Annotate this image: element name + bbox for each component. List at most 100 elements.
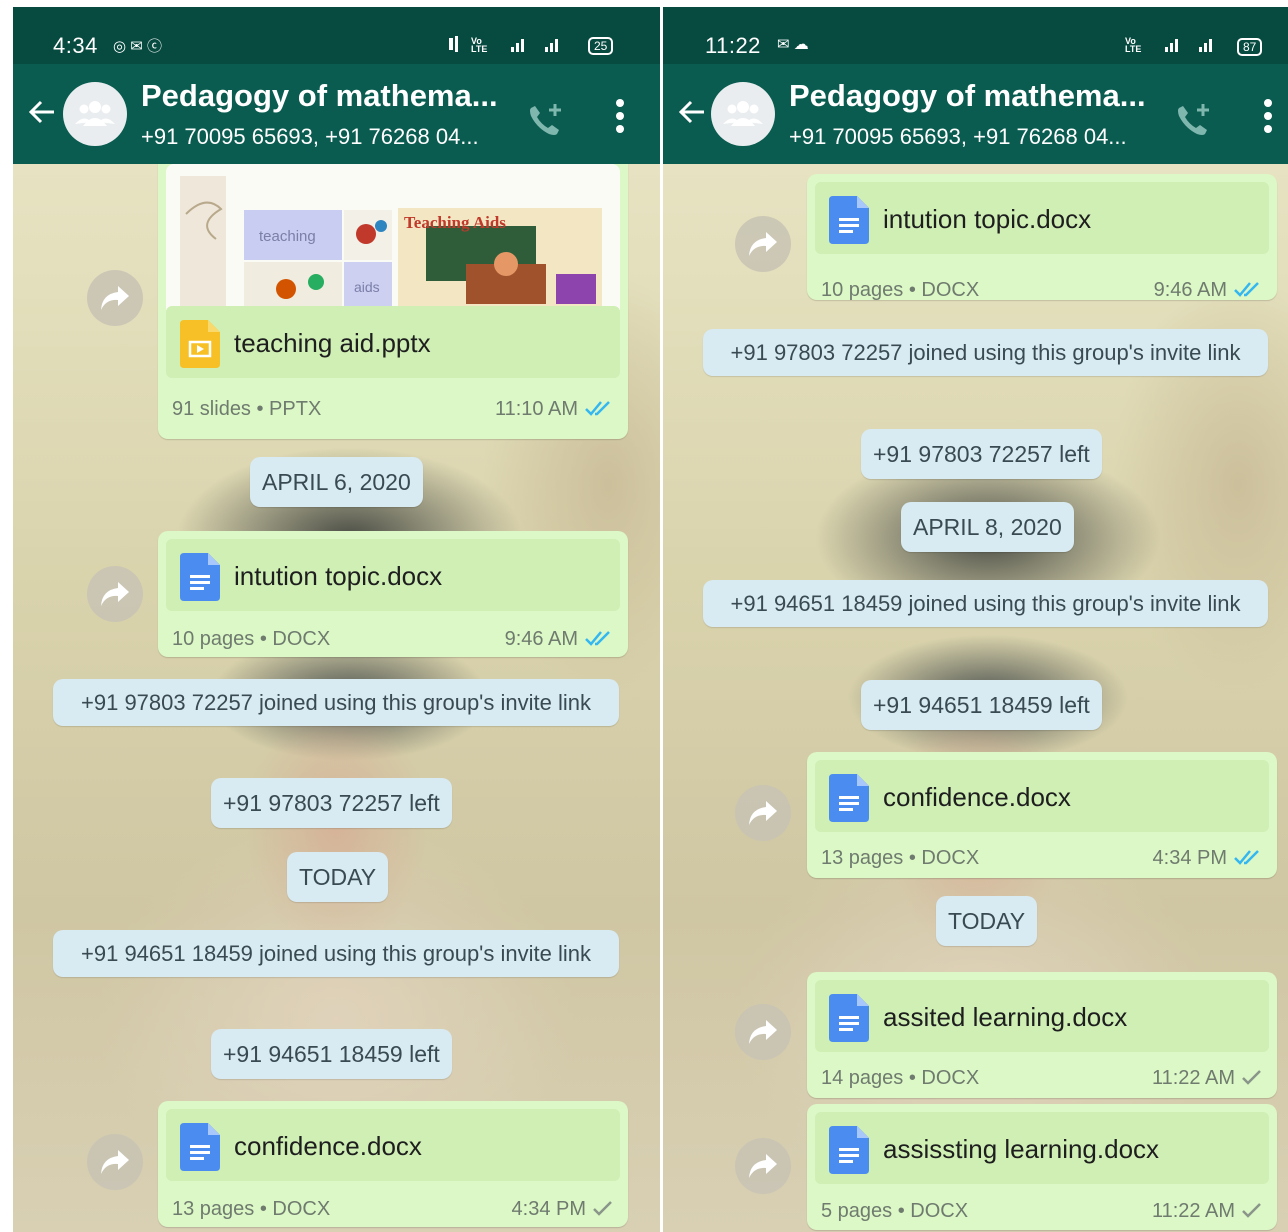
system-message: +91 94651 18459 joined using this group'…: [53, 930, 619, 977]
system-message: +91 94651 18459 left: [211, 1029, 452, 1079]
forward-button[interactable]: [87, 270, 143, 326]
file-name: intution topic.docx: [234, 561, 443, 591]
status-time: 11:22: [705, 33, 761, 58]
network-signal-icon: Vo LTE: [449, 36, 558, 54]
arrow-left-icon[interactable]: [677, 97, 707, 127]
arrow-left-icon[interactable]: [27, 97, 57, 127]
message-time: 11:22 AM: [1152, 1200, 1263, 1223]
chat-header: Pedagogy of mathema... +91 70095 65693, …: [13, 64, 660, 164]
file-name: assissting learning.docx: [883, 1134, 1160, 1164]
signal-icons: Vo LTE: [1123, 35, 1233, 56]
file-name: intution topic.docx: [883, 204, 1092, 234]
system-message: +91 94651 18459 left: [861, 680, 1102, 730]
file-name: teaching aid.pptx: [234, 328, 431, 358]
group-title[interactable]: Pedagogy of mathema...: [789, 78, 1146, 114]
docx-file-icon: [829, 1126, 869, 1174]
file-meta: 13 pages • DOCX: [172, 1198, 331, 1220]
file-meta: 10 pages • DOCX: [821, 279, 980, 301]
system-message: +91 97803 72257 joined using this group'…: [53, 679, 619, 726]
sent-tick-icon: [593, 1201, 612, 1216]
docx-file-icon: [180, 1123, 220, 1171]
pptx-file-icon: [180, 320, 220, 368]
forward-button[interactable]: [87, 1134, 143, 1190]
forward-button[interactable]: [735, 1138, 791, 1194]
file-row[interactable]: assissting learning.docx: [815, 1112, 1269, 1184]
battery-icon: 25: [588, 37, 614, 55]
message-bubble[interactable]: intution topic.docx 10 pages • DOCX 9:46…: [158, 531, 628, 657]
file-meta: 14 pages • DOCX: [821, 1067, 980, 1089]
svg-text:LTE: LTE: [471, 44, 487, 53]
notification-icons: ✉ ☁: [777, 36, 809, 53]
system-message: +91 97803 72257 left: [211, 778, 452, 828]
forward-button[interactable]: [735, 785, 791, 841]
forward-icon: [101, 1150, 129, 1174]
file-row[interactable]: assited learning.docx: [815, 980, 1269, 1052]
message-time: 4:34 PM: [512, 1198, 614, 1221]
thumb-caption-teaching: teaching: [259, 228, 316, 245]
signal-icons: Vo LTE: [449, 35, 579, 56]
date-divider: APRIL 8, 2020: [901, 502, 1074, 552]
file-meta: 10 pages • DOCX: [172, 628, 331, 650]
read-double-tick-icon: [585, 631, 610, 646]
sent-tick-icon: [1242, 1203, 1261, 1218]
forward-icon: [749, 1154, 777, 1178]
read-double-tick-icon: [1234, 282, 1259, 297]
more-vert-icon[interactable]: [615, 98, 625, 134]
system-message: +91 94651 18459 joined using this group'…: [703, 580, 1268, 627]
docx-file-icon: [829, 994, 869, 1042]
forward-icon: [101, 582, 129, 606]
read-double-tick-icon: [585, 401, 610, 416]
forward-button[interactable]: [735, 1004, 791, 1060]
chat-header: Pedagogy of mathema... +91 70095 65693, …: [663, 64, 1288, 164]
message-time: 9:46 AM: [505, 628, 614, 651]
message-bubble[interactable]: confidence.docx 13 pages • DOCX 4:34 PM: [158, 1101, 628, 1227]
system-message: +91 97803 72257 joined using this group'…: [703, 329, 1268, 376]
forward-button[interactable]: [87, 566, 143, 622]
left-screenshot: 4:34 ◎ ✉ ⓒ Vo LTE 25 Pedagogy of mathema…: [13, 7, 660, 1232]
message-bubble[interactable]: teaching aids Teaching Aids teaching aid…: [158, 164, 628, 439]
slide-preview-image: teaching aids Teaching Aids: [180, 176, 602, 310]
file-row[interactable]: intution topic.docx: [815, 182, 1269, 254]
file-row[interactable]: confidence.docx: [815, 760, 1269, 832]
file-name: confidence.docx: [883, 782, 1071, 812]
file-row[interactable]: teaching aid.pptx: [166, 306, 620, 378]
file-meta: 5 pages • DOCX: [821, 1200, 969, 1222]
message-bubble[interactable]: confidence.docx 13 pages • DOCX 4:34 PM: [807, 752, 1277, 878]
system-message: +91 97803 72257 left: [861, 429, 1102, 479]
chat-area[interactable]: teaching aids Teaching Aids teaching aid…: [13, 164, 660, 1232]
message-bubble[interactable]: intution topic.docx 10 pages • DOCX 9:46…: [807, 174, 1277, 302]
group-icon: [723, 101, 763, 126]
message-bubble[interactable]: assited learning.docx 14 pages • DOCX 11…: [807, 972, 1277, 1098]
file-preview-thumbnail: teaching aids Teaching Aids: [166, 164, 620, 310]
group-avatar[interactable]: [711, 82, 775, 146]
file-row[interactable]: confidence.docx: [166, 1109, 620, 1181]
date-divider: APRIL 6, 2020: [250, 457, 423, 507]
file-name: confidence.docx: [234, 1131, 422, 1161]
file-row[interactable]: intution topic.docx: [166, 539, 620, 611]
message-bubble[interactable]: assissting learning.docx 5 pages • DOCX …: [807, 1104, 1277, 1230]
thumb-caption-teaching-aids: Teaching Aids: [404, 213, 506, 232]
docx-file-icon: [180, 553, 220, 601]
date-divider: TODAY: [287, 852, 389, 902]
more-vert-icon[interactable]: [1263, 98, 1273, 134]
add-call-icon[interactable]: [525, 100, 565, 140]
group-participants[interactable]: +91 70095 65693, +91 76268 04...: [141, 124, 479, 150]
notification-icons: ◎ ✉ ⓒ: [113, 38, 162, 55]
status-time: 4:34: [53, 33, 98, 58]
group-title[interactable]: Pedagogy of mathema...: [141, 78, 498, 114]
chat-area[interactable]: intution topic.docx 10 pages • DOCX 9:46…: [663, 164, 1288, 1232]
message-time: 4:34 PM: [1153, 847, 1263, 870]
message-time: 9:46 AM: [1154, 279, 1263, 302]
group-participants[interactable]: +91 70095 65693, +91 76268 04...: [789, 124, 1127, 150]
forward-button[interactable]: [735, 216, 791, 272]
forward-icon: [749, 801, 777, 825]
add-call-icon[interactable]: [1173, 100, 1213, 140]
sent-tick-icon: [1242, 1070, 1261, 1085]
status-bar: 11:22 ✉ ☁ Vo LTE 87: [663, 7, 1288, 64]
forward-icon: [749, 1020, 777, 1044]
file-meta: 91 slides • PPTX: [172, 398, 322, 420]
forward-icon: [749, 232, 777, 256]
group-icon: [75, 101, 115, 126]
battery-icon: 87: [1237, 38, 1263, 56]
group-avatar[interactable]: [63, 82, 127, 146]
